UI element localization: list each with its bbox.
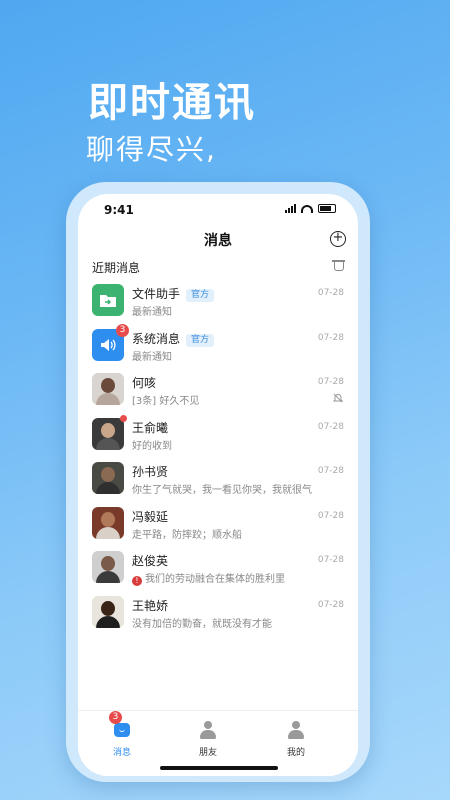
avatar xyxy=(92,462,124,494)
status-time: 9:41 xyxy=(104,203,134,217)
battery-icon xyxy=(318,204,336,213)
conversation-name: 系统消息 官方 xyxy=(132,330,215,347)
avatar xyxy=(92,373,124,405)
nav-bar: 消息 + xyxy=(78,224,358,256)
conversation-name: 孙书贤 xyxy=(132,465,169,479)
conversation-time: 07-28 xyxy=(317,377,344,387)
folder-icon xyxy=(100,294,116,307)
conversation-name: 冯毅延 xyxy=(132,509,169,524)
conversation-preview: 走平路，防摔跤；顺水船 xyxy=(132,529,242,541)
section-title: 近期消息 xyxy=(92,261,141,275)
conversation-preview: ! 我们的劳动融合在集体的胜利里 xyxy=(132,570,312,586)
unread-dot xyxy=(120,414,127,422)
conversation-preview: 最新通知 xyxy=(132,351,172,363)
tab-label: 消息 xyxy=(112,748,131,758)
add-icon[interactable]: + xyxy=(330,231,346,247)
conversation-preview: 最新通知 xyxy=(132,307,172,318)
phone-screen: 9:41 消息 + 近期消息 文件助手 官方 最新通知 07-28 3 系统消息… xyxy=(78,194,358,776)
conversation-item[interactable]: 文件助手 官方 最新通知 07-28 xyxy=(78,278,358,323)
avatar xyxy=(92,417,124,450)
tab-unread-badge: 3 xyxy=(109,711,122,724)
avatar xyxy=(92,595,124,628)
tab-label: 我的 xyxy=(286,748,305,758)
conversation-time: 07-28 xyxy=(317,421,344,432)
conversation-time: 07-28 xyxy=(317,599,344,610)
conversation-list: 文件助手 官方 最新通知 07-28 3 系统消息 官方 最新通知 07-28 何咳… xyxy=(78,278,358,634)
send-failed-icon: ! xyxy=(132,576,142,586)
conversation-name: 文件助手 官方 xyxy=(132,285,215,302)
speaker-icon xyxy=(101,338,116,351)
tab-messages[interactable]: 3 消息 xyxy=(92,711,152,758)
conversation-time: 07-28 xyxy=(317,288,344,298)
avatar xyxy=(92,551,124,583)
page-title: 消息 xyxy=(204,233,232,249)
conversation-preview: [3条] 好久不见 xyxy=(132,396,200,407)
section-header: 近期消息 xyxy=(78,256,358,278)
conversation-item[interactable]: 3 系统消息 官方 最新通知 07-28 xyxy=(78,323,358,368)
profile-icon xyxy=(287,721,305,739)
conversation-item[interactable]: 王俞曦 好的收到 07-28 xyxy=(78,412,358,457)
conversation-item[interactable]: 何咳 [3条] 好久不见 07-28 xyxy=(78,367,358,412)
conversation-preview: 你生了气就哭，我一看见你哭，我就很气 xyxy=(132,485,312,496)
conversation-item[interactable]: 赵俊英 ! 我们的劳动融合在集体的胜利里 07-28 xyxy=(78,545,358,590)
wifi-icon xyxy=(301,204,313,213)
friends-icon xyxy=(199,721,217,739)
unread-badge: 3 xyxy=(116,323,129,337)
file-helper-avatar xyxy=(92,284,124,316)
tab-label: 朋友 xyxy=(198,748,217,758)
conversation-time: 07-28 xyxy=(317,510,344,521)
conversation-item[interactable]: 王艳娇 没有加倍的勤奋，就既没有才能 07-28 xyxy=(78,590,358,635)
tab-friends[interactable]: 朋友 xyxy=(178,721,238,758)
conversation-time: 07-28 xyxy=(317,332,344,343)
mute-bell-icon xyxy=(333,393,343,403)
tab-profile[interactable]: 我的 xyxy=(266,721,326,758)
conversation-preview: 没有加倍的勤奋，就既没有才能 xyxy=(132,618,272,630)
status-bar: 9:41 xyxy=(78,194,358,224)
promo-headline: 即时通讯 xyxy=(88,80,256,126)
conversation-item[interactable]: 冯毅延 走平路，防摔跤；顺水船 07-28 xyxy=(78,501,358,546)
status-icons xyxy=(285,204,336,213)
home-indicator xyxy=(160,766,278,770)
avatar xyxy=(92,506,124,539)
conversation-preview: 好的收到 xyxy=(132,440,172,452)
conversation-name: 赵俊英 xyxy=(132,554,169,568)
conversation-name: 王俞曦 xyxy=(132,420,169,435)
official-tag: 官方 xyxy=(186,289,215,302)
conversation-item[interactable]: 孙书贤 你生了气就哭，我一看见你哭，我就很气 07-28 xyxy=(78,456,358,501)
official-tag: 官方 xyxy=(186,333,215,347)
conversation-time: 07-28 xyxy=(317,466,344,476)
promo-subline: 聊得尽兴, xyxy=(86,133,217,166)
conversation-name: 王艳娇 xyxy=(132,598,169,613)
tab-bar: 3 消息 朋友 我的 xyxy=(78,710,358,776)
conversation-name: 何咳 xyxy=(132,376,157,390)
clear-icon[interactable] xyxy=(332,260,345,271)
conversation-time: 07-28 xyxy=(317,555,344,565)
signal-icon xyxy=(285,204,296,213)
message-icon: 3 xyxy=(109,711,131,739)
